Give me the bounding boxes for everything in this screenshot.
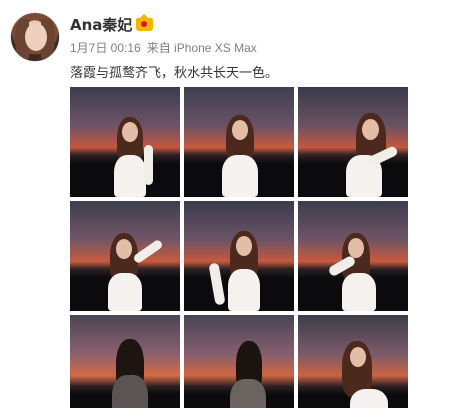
post-meta: 1月7日 00:16 来自 iPhone XS Max — [70, 39, 257, 56]
photo-1[interactable] — [70, 87, 180, 197]
photo-5[interactable] — [184, 201, 294, 311]
photo-head — [232, 120, 248, 140]
photo-head — [348, 238, 364, 258]
photo-head — [236, 236, 252, 256]
post-date[interactable]: 1月7日 00:16 — [70, 39, 141, 56]
photo-dress — [222, 155, 258, 197]
username-text[interactable]: Ana秦妃 — [70, 14, 132, 35]
post-text: 落霞与孤鹜齐飞，秋水共长天一色。 — [70, 66, 279, 81]
photo-head — [116, 239, 132, 259]
photo-arm — [144, 145, 153, 185]
avatar[interactable] — [10, 12, 60, 62]
photo-dress — [350, 389, 388, 408]
photo-dress — [230, 379, 266, 408]
photo-2[interactable] — [184, 87, 294, 197]
photo-7[interactable] — [70, 315, 180, 408]
photo-6[interactable] — [298, 201, 408, 311]
photo-head — [122, 122, 138, 142]
photo-dress — [112, 375, 148, 408]
photo-head — [350, 347, 366, 367]
photo-dress — [108, 273, 142, 311]
avatar-face — [25, 23, 47, 51]
photo-dress — [114, 155, 146, 197]
photo-head — [362, 119, 379, 140]
photo-8[interactable] — [184, 315, 294, 408]
photo-9[interactable] — [298, 315, 408, 408]
vip-crown-icon — [136, 14, 154, 31]
username[interactable]: Ana秦妃 — [70, 14, 154, 35]
photo-grid — [70, 87, 410, 408]
photo-dress — [342, 273, 376, 311]
photo-dress — [228, 269, 260, 311]
post-source: 来自 iPhone XS Max — [146, 41, 257, 55]
photo-4[interactable] — [70, 201, 180, 311]
photo-3[interactable] — [298, 87, 408, 197]
